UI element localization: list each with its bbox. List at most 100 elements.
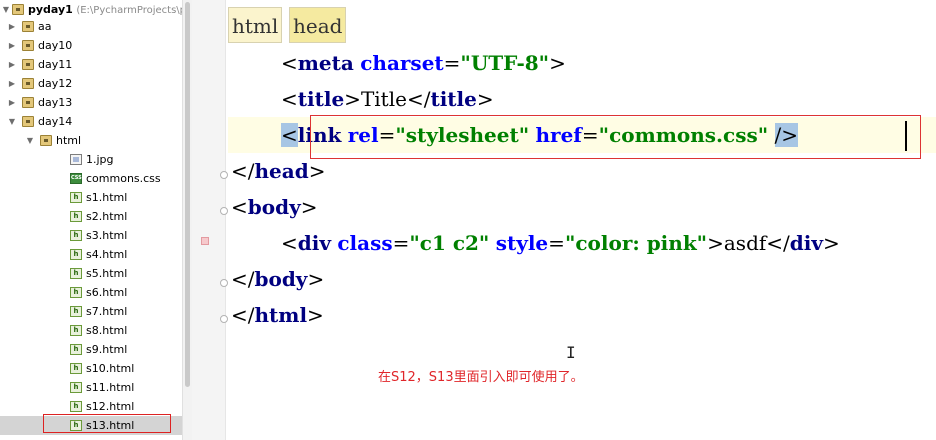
code-token-punct: > bbox=[549, 51, 566, 75]
html-file-icon: h bbox=[70, 249, 82, 260]
folder-icon bbox=[22, 21, 34, 32]
tree-item-s9-html[interactable]: h s9.html bbox=[0, 340, 182, 359]
tree-item-label: s7.html bbox=[86, 305, 128, 318]
html-file-icon: h bbox=[70, 325, 82, 336]
html-file-icon: h bbox=[70, 287, 82, 298]
scrollbar-thumb[interactable] bbox=[185, 2, 190, 387]
tree-item-s10-html[interactable]: h s10.html bbox=[0, 359, 182, 378]
code-token-punct: > bbox=[344, 87, 361, 111]
tree-item-label: s2.html bbox=[86, 210, 128, 223]
code-line[interactable]: </body> bbox=[231, 261, 324, 297]
code-token-punct: < bbox=[281, 231, 298, 255]
fold-marker-icon[interactable] bbox=[220, 171, 228, 179]
code-line[interactable]: <div class="c1 c2" style="color: pink">a… bbox=[281, 225, 840, 261]
chevron-right-icon[interactable]: ▶ bbox=[7, 55, 17, 74]
chevron-right-icon[interactable]: ▶ bbox=[7, 36, 17, 55]
tree-item-day13[interactable]: ▶ day13 bbox=[0, 93, 182, 112]
tree-item-day12[interactable]: ▶ day12 bbox=[0, 74, 182, 93]
code-token-punct: = bbox=[443, 51, 461, 75]
code-token-tag: body bbox=[254, 267, 308, 291]
tree-item-s1-html[interactable]: h s1.html bbox=[0, 188, 182, 207]
code-token-tag: body bbox=[247, 195, 301, 219]
code-editor[interactable]: html head <meta charset="UTF-8"> <title>T… bbox=[192, 0, 936, 440]
fold-marker-icon[interactable] bbox=[220, 279, 228, 287]
breadcrumb-head[interactable]: head bbox=[289, 7, 347, 43]
html-file-icon: h bbox=[70, 401, 82, 412]
tree-item-s3-html[interactable]: h s3.html bbox=[0, 226, 182, 245]
folder-icon bbox=[40, 135, 52, 146]
tree-item-label: commons.css bbox=[86, 172, 161, 185]
code-line[interactable]: </html> bbox=[231, 297, 324, 333]
code-token-attr: charset bbox=[360, 51, 444, 75]
chevron-right-icon[interactable]: ▶ bbox=[7, 93, 17, 112]
code-token-punct: > bbox=[707, 231, 724, 255]
tree-item-label: s10.html bbox=[86, 362, 135, 375]
chevron-right-icon[interactable]: ▶ bbox=[7, 74, 17, 93]
tree-item-s6-html[interactable]: h s6.html bbox=[0, 283, 182, 302]
code-token-attr: style bbox=[495, 231, 549, 255]
tree-item-s7-html[interactable]: h s7.html bbox=[0, 302, 182, 321]
tree-item-label: day11 bbox=[38, 58, 73, 71]
code-area[interactable]: html head <meta charset="UTF-8"> <title>T… bbox=[228, 0, 936, 440]
tree-item-label: day14 bbox=[38, 115, 73, 128]
breakpoint-marker-icon[interactable] bbox=[201, 237, 209, 245]
folder-icon bbox=[22, 59, 34, 70]
code-token-punct: < bbox=[281, 51, 298, 75]
tree-item-aa[interactable]: ▶ aa bbox=[0, 17, 182, 36]
code-token-punct: > bbox=[307, 267, 325, 291]
css-file-icon: CSS bbox=[70, 173, 82, 184]
tree-item-s8-html[interactable]: h s8.html bbox=[0, 321, 182, 340]
tree-item-1-jpg[interactable]: 1.jpg bbox=[0, 150, 182, 169]
tree-item-day10[interactable]: ▶ day10 bbox=[0, 36, 182, 55]
tree-item-day14[interactable]: ▼ day14 bbox=[0, 112, 182, 131]
link-line-highlight-box bbox=[310, 115, 921, 159]
code-token-punct: > bbox=[476, 87, 494, 111]
tree-item-s5-html[interactable]: h s5.html bbox=[0, 264, 182, 283]
chevron-down-icon[interactable]: ▼ bbox=[25, 131, 35, 150]
code-token-tag: head bbox=[254, 159, 309, 183]
code-token-str: "c1 c2" bbox=[409, 231, 490, 255]
folder-icon bbox=[22, 116, 34, 127]
tree-item-day11[interactable]: ▶ day11 bbox=[0, 55, 182, 74]
selection-highlight-box bbox=[43, 414, 171, 433]
code-token-tag: title bbox=[297, 87, 345, 111]
html-file-icon: h bbox=[70, 363, 82, 374]
tree-item-html[interactable]: ▼ html bbox=[0, 131, 182, 150]
fold-marker-icon[interactable] bbox=[220, 315, 228, 323]
folder-icon bbox=[22, 78, 34, 89]
folder-icon bbox=[22, 97, 34, 108]
chevron-down-icon[interactable]: ▼ bbox=[7, 112, 17, 131]
tree-item-label: s5.html bbox=[86, 267, 128, 280]
code-token-punct: < bbox=[231, 195, 248, 219]
image-file-icon bbox=[70, 154, 82, 165]
code-token-punct: = bbox=[548, 231, 565, 255]
code-line[interactable]: <title>Title</title> bbox=[281, 81, 494, 117]
tree-scrollbar[interactable] bbox=[182, 0, 192, 440]
folder-icon bbox=[12, 4, 24, 15]
code-token-punct: > bbox=[300, 195, 318, 219]
code-line[interactable]: <body> bbox=[231, 189, 317, 225]
tree-item-label: day10 bbox=[38, 39, 73, 52]
fold-marker-icon[interactable] bbox=[220, 207, 228, 215]
html-file-icon: h bbox=[70, 306, 82, 317]
tree-item-s2-html[interactable]: h s2.html bbox=[0, 207, 182, 226]
code-line[interactable]: <meta charset="UTF-8"> bbox=[281, 45, 566, 81]
html-file-icon: h bbox=[70, 344, 82, 355]
breadcrumb-html[interactable]: html bbox=[228, 7, 283, 43]
tree-item-commons-css[interactable]: CSS commons.css bbox=[0, 169, 182, 188]
code-token-tag: div bbox=[789, 231, 823, 255]
tree-item-label: s4.html bbox=[86, 248, 128, 261]
tree-item-s4-html[interactable]: h s4.html bbox=[0, 245, 182, 264]
code-token-punct: </ bbox=[231, 267, 255, 291]
tree-item-label: s9.html bbox=[86, 343, 128, 356]
chevron-right-icon[interactable]: ▶ bbox=[7, 17, 17, 36]
html-file-icon: h bbox=[70, 382, 82, 393]
code-token-punct: </ bbox=[231, 159, 255, 183]
tree-item-s11-html[interactable]: h s11.html bbox=[0, 378, 182, 397]
code-token-str: "color: pink" bbox=[564, 231, 708, 255]
code-token-punct: asdf bbox=[723, 231, 767, 255]
tree-item-label: html bbox=[56, 134, 82, 147]
html-file-icon: h bbox=[70, 230, 82, 241]
code-token-punct: </ bbox=[766, 231, 790, 255]
code-token-tag: div bbox=[297, 231, 331, 255]
